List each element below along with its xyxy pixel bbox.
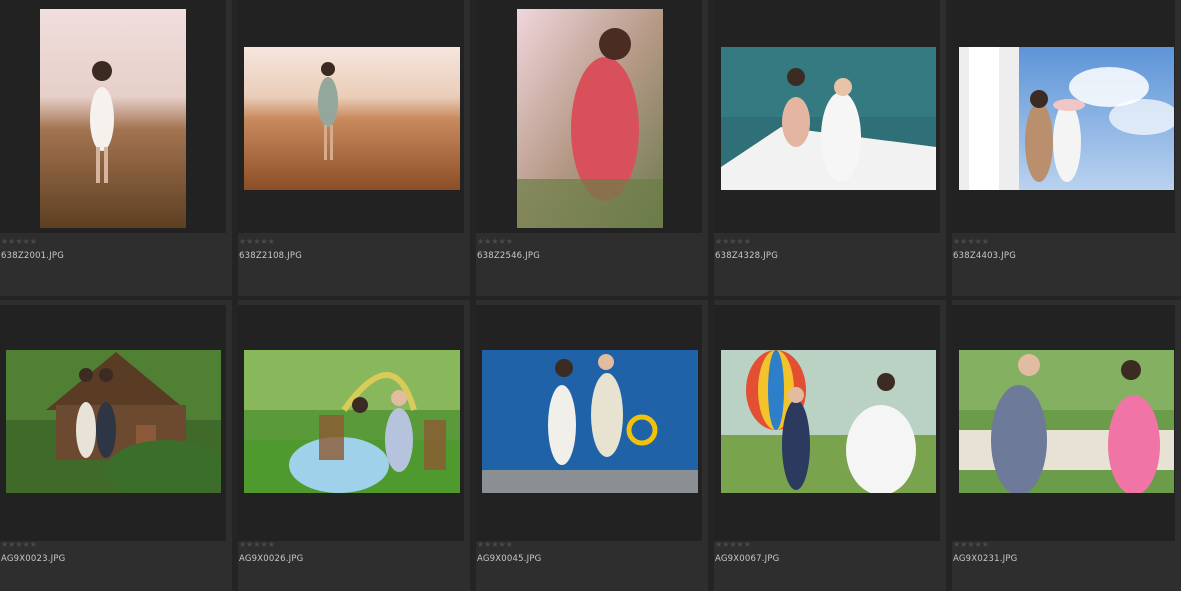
rating-stars[interactable]: ★★★★★ bbox=[477, 540, 513, 550]
filename-label: AG9X0231.JPG bbox=[953, 554, 1018, 564]
filename-label: 638Z2108.JPG bbox=[239, 251, 302, 261]
rating-stars[interactable]: ★★★★★ bbox=[239, 237, 275, 247]
thumbnail-image[interactable] bbox=[721, 47, 936, 190]
rating-stars[interactable]: ★★★★★ bbox=[477, 237, 513, 247]
filename-label: 638Z2546.JPG bbox=[477, 251, 540, 261]
thumbnail-cell[interactable]: ★★★★★ AG9X0231.JPG bbox=[952, 300, 1181, 591]
rating-stars[interactable]: ★★★★★ bbox=[953, 237, 989, 247]
thumbnail-cell[interactable]: ★★★★★ 638Z2546.JPG bbox=[476, 0, 708, 296]
thumbnail-image[interactable] bbox=[40, 9, 186, 228]
thumbnail-cell[interactable]: ★★★★★ 638Z4403.JPG bbox=[952, 0, 1181, 296]
thumbnail-cell[interactable]: ★★★★★ 638Z4328.JPG bbox=[714, 0, 946, 296]
thumbnail-cell[interactable]: ★★★★★ AG9X0067.JPG bbox=[714, 300, 946, 591]
thumbnail-image[interactable] bbox=[6, 350, 221, 493]
rating-stars[interactable]: ★★★★★ bbox=[953, 540, 989, 550]
thumbnail-image[interactable] bbox=[959, 350, 1174, 493]
thumbnail-image[interactable] bbox=[959, 47, 1174, 190]
thumbnail-image[interactable] bbox=[517, 9, 663, 228]
filename-label: AG9X0026.JPG bbox=[239, 554, 304, 564]
thumbnail-cell[interactable]: ★★★★★ 638Z2108.JPG bbox=[238, 0, 470, 296]
thumbnail-image[interactable] bbox=[244, 350, 460, 493]
thumbnail-image[interactable] bbox=[244, 47, 460, 190]
thumbnail-image[interactable] bbox=[482, 350, 698, 493]
thumbnail-image[interactable] bbox=[721, 350, 936, 493]
rating-stars[interactable]: ★★★★★ bbox=[715, 540, 751, 550]
filename-label: 638Z2001.JPG bbox=[1, 251, 64, 261]
rating-stars[interactable]: ★★★★★ bbox=[1, 237, 37, 247]
rating-stars[interactable]: ★★★★★ bbox=[239, 540, 275, 550]
thumbnail-cell[interactable]: ★★★★★ AG9X0026.JPG bbox=[238, 300, 470, 591]
filename-label: 638Z4403.JPG bbox=[953, 251, 1016, 261]
filename-label: 638Z4328.JPG bbox=[715, 251, 778, 261]
thumbnail-cell[interactable]: ★★★★★ 638Z2001.JPG bbox=[0, 0, 232, 296]
thumbnail-cell[interactable]: ★★★★★ AG9X0023.JPG bbox=[0, 300, 232, 591]
rating-stars[interactable]: ★★★★★ bbox=[1, 540, 37, 550]
thumbnail-cell[interactable]: ★★★★★ AG9X0045.JPG bbox=[476, 300, 708, 591]
filename-label: AG9X0023.JPG bbox=[1, 554, 66, 564]
filename-label: AG9X0067.JPG bbox=[715, 554, 780, 564]
thumbnail-grid: ★★★★★ 638Z2001.JPG ★★★★★ 638Z2108.JPG ★★… bbox=[0, 0, 1181, 591]
filename-label: AG9X0045.JPG bbox=[477, 554, 542, 564]
rating-stars[interactable]: ★★★★★ bbox=[715, 237, 751, 247]
